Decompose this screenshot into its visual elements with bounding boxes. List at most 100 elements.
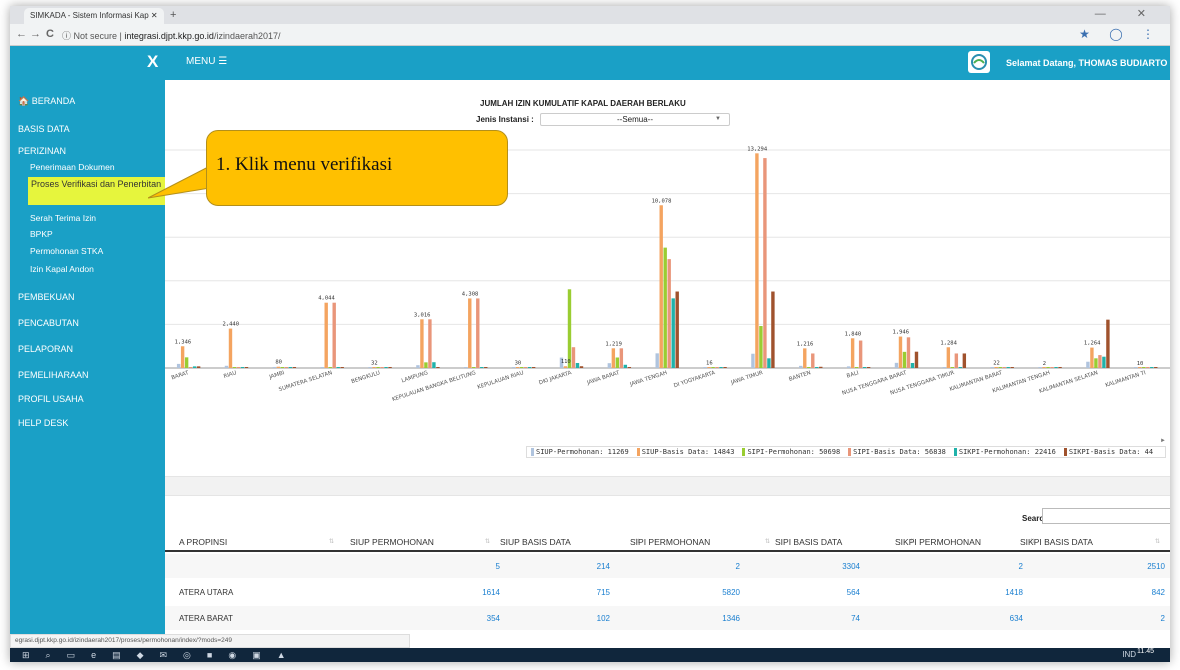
- chart-bar[interactable]: [340, 367, 344, 368]
- chart-bar[interactable]: [1042, 367, 1046, 368]
- count-link[interactable]: 2: [933, 562, 1023, 571]
- url-field[interactable]: ⓘ Not secure | integrasi.djpt.kkp.go.id/…: [62, 29, 281, 42]
- chart-bar[interactable]: [428, 319, 432, 368]
- chart-bar[interactable]: [480, 367, 484, 368]
- chart-bar[interactable]: [1038, 367, 1042, 368]
- count-link[interactable]: 354: [410, 614, 500, 623]
- chart-bar[interactable]: [850, 338, 855, 368]
- chart-bar[interactable]: [464, 367, 468, 368]
- chart-bar[interactable]: [914, 351, 919, 368]
- chart-bar[interactable]: [1102, 356, 1106, 368]
- count-link[interactable]: 2510: [1075, 562, 1165, 571]
- chart-bar[interactable]: [192, 366, 197, 368]
- chart-bar[interactable]: [615, 357, 620, 368]
- chart-bar[interactable]: [751, 353, 755, 368]
- chart-bar[interactable]: [284, 367, 289, 368]
- chart-bar[interactable]: [515, 367, 520, 368]
- chart-bar[interactable]: [667, 259, 671, 368]
- chart-bar[interactable]: [1150, 367, 1154, 368]
- chart-bar[interactable]: [1046, 367, 1050, 368]
- chart-bar[interactable]: [815, 367, 819, 368]
- chart-bar[interactable]: [994, 367, 998, 368]
- chart-bar[interactable]: [272, 366, 277, 368]
- column-header[interactable]: A PROPINSI: [179, 537, 227, 547]
- legend-item[interactable]: SIUP-Permohonan: 11269: [531, 448, 629, 456]
- chart-bar[interactable]: [1154, 367, 1158, 368]
- chart-bar[interactable]: [531, 367, 536, 368]
- sidebar-item-verifikasi[interactable]: Proses Verifikasi dan Penerbitan: [28, 177, 165, 205]
- chart-bar[interactable]: [950, 367, 955, 368]
- chart-bar[interactable]: [472, 367, 476, 368]
- chart-bar[interactable]: [627, 367, 632, 368]
- chart-bar[interactable]: [858, 340, 863, 368]
- chart-bar[interactable]: [611, 348, 616, 368]
- welcome-user-text[interactable]: Selamat Datang, THOMAS BUDIARTO: [1006, 58, 1167, 68]
- chart-bar[interactable]: [388, 367, 392, 368]
- chart-bar[interactable]: [1006, 367, 1010, 368]
- column-header[interactable]: SIUP BASIS DATA: [500, 537, 571, 547]
- chart-bar[interactable]: [906, 337, 911, 368]
- chart-bar[interactable]: [236, 367, 241, 368]
- legend-item[interactable]: SIPI-Permohonan: 50698: [742, 448, 840, 456]
- instansi-select[interactable]: --Semua-- ▼: [540, 113, 730, 126]
- chart-bar[interactable]: [188, 367, 193, 368]
- count-link[interactable]: 564: [770, 588, 860, 597]
- sidebar-item-basis-data[interactable]: BASIS DATA: [18, 124, 70, 134]
- chart-bar[interactable]: [1090, 347, 1094, 368]
- chart-bar[interactable]: [819, 366, 823, 368]
- chart-bar[interactable]: [224, 365, 229, 368]
- chart-bar[interactable]: [1138, 367, 1142, 368]
- chart-bar[interactable]: [579, 366, 584, 368]
- chart-bar[interactable]: [759, 326, 763, 368]
- chart-bar[interactable]: [715, 367, 719, 368]
- chart-bar[interactable]: [424, 362, 428, 368]
- reload-icon[interactable]: C: [46, 28, 54, 40]
- chart-bar[interactable]: [1002, 367, 1006, 368]
- chart-bar[interactable]: [575, 362, 580, 368]
- sidebar-item-pemeliharaan[interactable]: PEMELIHARAAN: [18, 370, 89, 380]
- count-link[interactable]: 1418: [933, 588, 1023, 597]
- chart-bar[interactable]: [523, 367, 528, 368]
- chart-bar[interactable]: [484, 367, 488, 368]
- chart-bar[interactable]: [240, 367, 245, 368]
- chart-bar[interactable]: [898, 336, 903, 368]
- taskbar-app-icons[interactable]: ⊞⌕▭e▤◆✉◎■◉▣▲: [22, 650, 302, 661]
- chart-bar[interactable]: [763, 158, 767, 368]
- legend-item[interactable]: SIKPI-Permohonan: 22416: [953, 448, 1056, 456]
- sort-icon[interactable]: ⇅: [1155, 538, 1160, 545]
- chart-bar[interactable]: [380, 367, 384, 368]
- legend-item[interactable]: SIUP-Basis Data: 14843: [636, 448, 734, 456]
- chart-bar[interactable]: [767, 358, 771, 368]
- chart-bar[interactable]: [862, 367, 867, 368]
- chart-bar[interactable]: [807, 367, 811, 368]
- chart-bar[interactable]: [1098, 355, 1102, 368]
- count-link[interactable]: 2: [650, 562, 740, 571]
- sort-icon[interactable]: ⇅: [485, 538, 490, 545]
- chart-bar[interactable]: [1086, 361, 1090, 368]
- sidebar-item-penerimaan-dokumen[interactable]: Penerimaan Dokumen: [30, 162, 115, 172]
- chart-bar[interactable]: [1146, 367, 1150, 368]
- back-icon[interactable]: ←: [16, 28, 27, 40]
- bookmark-star-icon[interactable]: ★ ◯ ⋮: [1079, 27, 1162, 41]
- chart-bar[interactable]: [1050, 367, 1054, 368]
- chart-bar[interactable]: [332, 302, 336, 368]
- taskbar-lang[interactable]: IND: [1122, 650, 1136, 659]
- chart-bar[interactable]: [228, 328, 233, 368]
- chart-bar[interactable]: [180, 346, 185, 368]
- chart-bar[interactable]: [292, 367, 297, 368]
- new-tab-button[interactable]: +: [170, 9, 176, 21]
- chart-bar[interactable]: [962, 353, 967, 368]
- chart-bar[interactable]: [324, 302, 328, 368]
- chart-bar[interactable]: [320, 367, 324, 368]
- chart-bar[interactable]: [328, 367, 332, 368]
- chart-bar[interactable]: [176, 363, 181, 368]
- chart-bar[interactable]: [276, 366, 281, 368]
- sort-icon[interactable]: ⇅: [329, 538, 334, 545]
- chart-horizontal-scrollbar[interactable]: ►: [165, 438, 1170, 446]
- chart-bar[interactable]: [811, 353, 815, 368]
- chart-bar[interactable]: [711, 367, 715, 368]
- chart-bar[interactable]: [990, 367, 994, 368]
- chart-bar[interactable]: [476, 298, 480, 368]
- count-link[interactable]: 1614: [410, 588, 500, 597]
- chart-bar[interactable]: [894, 362, 899, 368]
